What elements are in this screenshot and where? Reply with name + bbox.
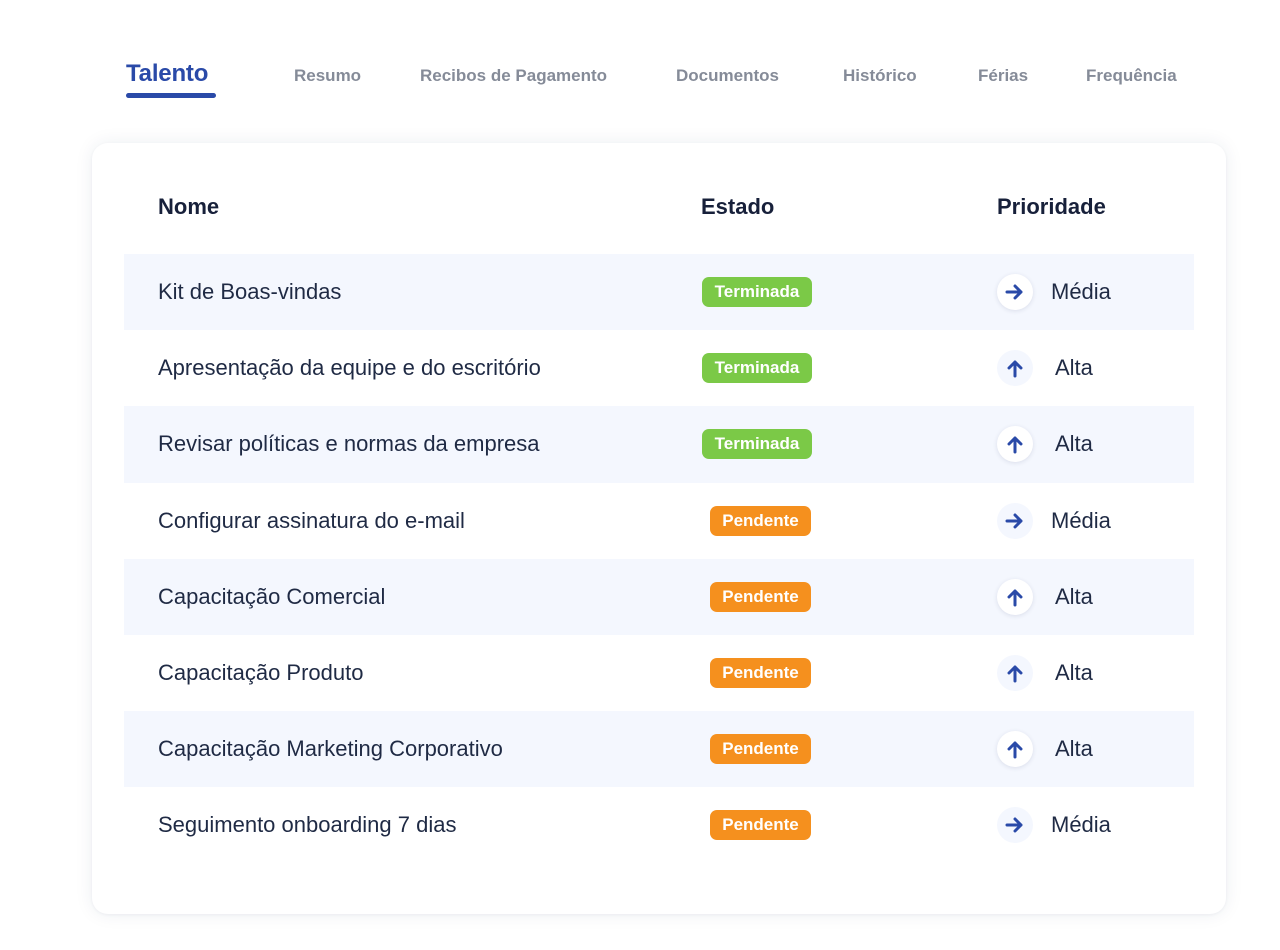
arrow-right-icon <box>997 502 1033 539</box>
task-name: Kit de Boas-vindas <box>158 279 342 305</box>
status-badge: Terminada <box>702 429 812 460</box>
tab-talento[interactable]: Talento <box>126 60 208 88</box>
priority-label: Média <box>1051 812 1111 838</box>
arrow-up-icon <box>997 578 1033 615</box>
task-name: Capacitação Comercial <box>158 583 386 609</box>
priority-label: Alta <box>1055 431 1093 457</box>
tab-historico[interactable]: Histórico <box>843 66 917 86</box>
arrow-right-icon <box>997 807 1033 844</box>
task-name: Apresentação da equipe e do escritório <box>158 355 541 381</box>
task-name: Configurar assinatura do e-mail <box>158 507 465 533</box>
table-row[interactable]: Kit de Boas-vindas Terminada Média <box>124 254 1194 331</box>
page: Talento Resumo Recibos de Pagamento Docu… <box>0 0 1280 950</box>
arrow-up-icon <box>997 426 1033 463</box>
priority-label: Alta <box>1055 660 1093 686</box>
status-badge: Pendente <box>710 581 811 612</box>
status-badge: Pendente <box>710 658 811 689</box>
priority-label: Média <box>1051 279 1111 305</box>
tab-recibos-de-pagamento[interactable]: Recibos de Pagamento <box>420 66 607 86</box>
arrow-up-icon <box>997 731 1033 768</box>
table-row[interactable]: Capacitação Marketing Corporativo Pendent… <box>124 711 1194 788</box>
priority-label: Média <box>1051 507 1111 533</box>
table-row[interactable]: Configurar assinatura do e-mail Pendente M… <box>124 483 1194 559</box>
tasks-card: Nome Estado Prioridade Kit de Boas-vinda… <box>92 143 1226 914</box>
tab-ferias[interactable]: Férias <box>978 66 1028 86</box>
table-row[interactable]: Apresentação da equipe e do escritório Te… <box>124 330 1194 406</box>
task-name: Revisar políticas e normas da empresa <box>158 431 540 457</box>
tab-documentos[interactable]: Documentos <box>676 66 779 86</box>
column-header-nome[interactable]: Nome <box>158 194 219 220</box>
table-row[interactable]: Capacitação Comercial Pendente Alta <box>124 558 1194 635</box>
status-badge: Terminada <box>702 277 812 308</box>
tab-bar: Talento Resumo Recibos de Pagamento Docu… <box>0 0 1280 110</box>
status-badge: Pendente <box>710 810 811 841</box>
active-tab-indicator <box>126 93 216 98</box>
task-name: Capacitação Produto <box>158 660 364 686</box>
task-name: Capacitação Marketing Corporativo <box>158 736 503 762</box>
arrow-up-icon <box>997 655 1033 692</box>
status-badge: Pendente <box>710 734 811 765</box>
column-header-prioridade[interactable]: Prioridade <box>997 194 1106 220</box>
arrow-right-icon <box>997 274 1033 311</box>
priority-label: Alta <box>1055 355 1093 381</box>
task-table-body: Kit de Boas-vindas Terminada Média Apresent… <box>124 254 1194 864</box>
table-row[interactable]: Revisar políticas e normas da empresa Ter… <box>124 406 1194 483</box>
tab-resumo[interactable]: Resumo <box>294 66 361 86</box>
task-name: Seguimento onboarding 7 dias <box>158 812 457 838</box>
tab-frequencia[interactable]: Frequência <box>1086 66 1177 86</box>
status-badge: Pendente <box>710 505 811 536</box>
table-row[interactable]: Seguimento onboarding 7 dias Pendente Médi… <box>124 787 1194 863</box>
priority-label: Alta <box>1055 736 1093 762</box>
column-header-estado[interactable]: Estado <box>701 194 774 220</box>
status-badge: Terminada <box>702 353 812 384</box>
arrow-up-icon <box>997 350 1033 387</box>
priority-label: Alta <box>1055 583 1093 609</box>
table-row[interactable]: Capacitação Produto Pendente Alta <box>124 635 1194 711</box>
